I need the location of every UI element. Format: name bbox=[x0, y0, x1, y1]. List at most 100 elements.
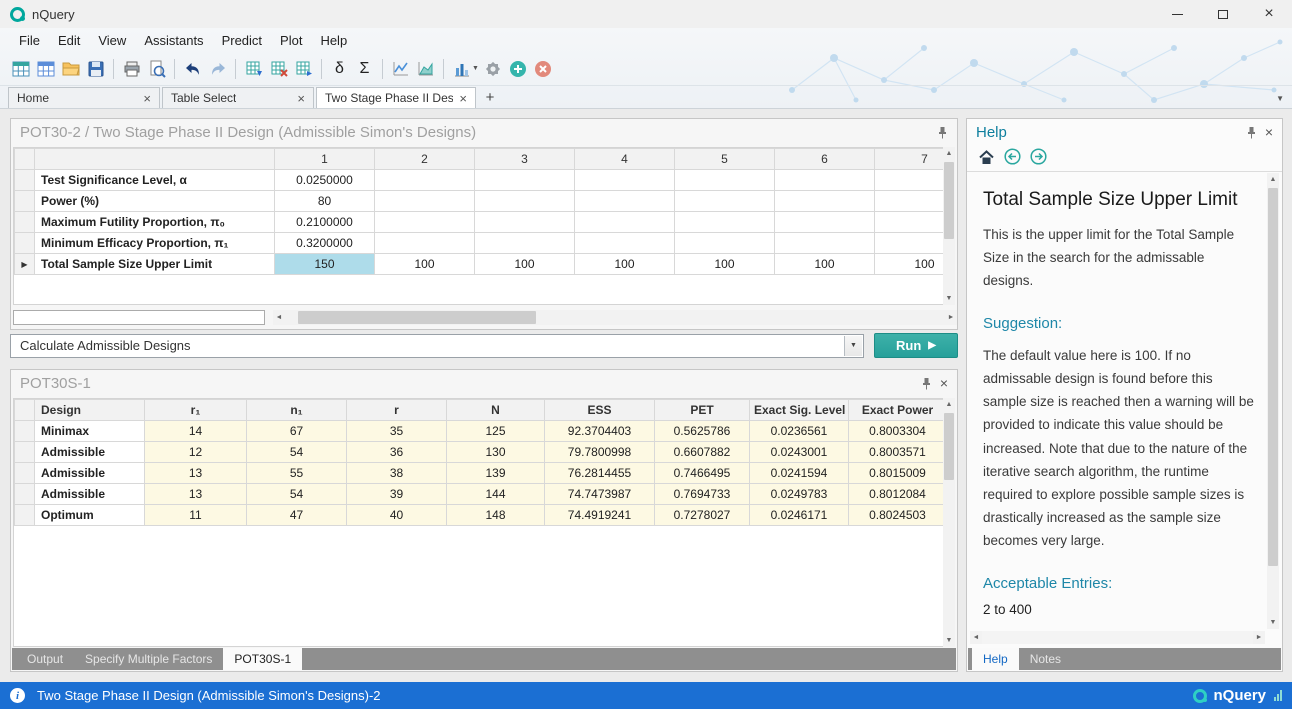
result-cell[interactable]: 0.7466495 bbox=[655, 463, 750, 484]
back-icon[interactable] bbox=[1004, 148, 1021, 168]
bar-chart-icon[interactable] bbox=[449, 56, 474, 81]
close-button[interactable] bbox=[1246, 0, 1292, 28]
results-column-header[interactable]: Exact Power bbox=[849, 400, 946, 421]
tab-close-icon[interactable] bbox=[459, 92, 467, 105]
results-vertical-scrollbar[interactable] bbox=[943, 398, 955, 647]
result-cell[interactable]: 0.8003304 bbox=[849, 421, 946, 442]
scrollbar-thumb[interactable] bbox=[944, 413, 954, 480]
design-cell[interactable]: 100 bbox=[475, 254, 575, 275]
design-cell[interactable] bbox=[375, 170, 475, 191]
run-button[interactable]: Run bbox=[874, 333, 958, 358]
scroll-right-icon[interactable] bbox=[1253, 631, 1265, 644]
result-cell[interactable]: 0.0249783 bbox=[750, 484, 849, 505]
design-column-header[interactable]: 5 bbox=[675, 149, 775, 170]
design-cell[interactable] bbox=[875, 233, 946, 254]
design-cell[interactable] bbox=[575, 212, 675, 233]
tab-two-stage-phase-ii-des[interactable]: Two Stage Phase II Des bbox=[316, 87, 476, 108]
menu-item-predict[interactable]: Predict bbox=[213, 30, 271, 51]
row-label[interactable]: Power (%) bbox=[35, 191, 275, 212]
design-cell[interactable] bbox=[875, 212, 946, 233]
menu-item-view[interactable]: View bbox=[89, 30, 135, 51]
results-column-header[interactable]: n₁ bbox=[247, 400, 347, 421]
row-selector[interactable] bbox=[15, 463, 35, 484]
design-cell[interactable] bbox=[675, 191, 775, 212]
result-cell[interactable]: 0.8015009 bbox=[849, 463, 946, 484]
table-edit-box[interactable] bbox=[13, 310, 265, 325]
row-label[interactable]: Maximum Futility Proportion, π₀ bbox=[35, 212, 275, 233]
result-cell[interactable]: 0.7694733 bbox=[655, 484, 750, 505]
result-cell[interactable]: 79.7800998 bbox=[545, 442, 655, 463]
result-cell[interactable]: 14 bbox=[145, 421, 247, 442]
fill-right-table-icon[interactable] bbox=[291, 56, 316, 81]
design-cell[interactable]: 0.3200000 bbox=[275, 233, 375, 254]
menu-item-assistants[interactable]: Assistants bbox=[135, 30, 212, 51]
design-column-header[interactable]: 3 bbox=[475, 149, 575, 170]
new-tab-button[interactable] bbox=[478, 87, 502, 108]
scroll-left-icon[interactable] bbox=[970, 631, 982, 644]
row-selector[interactable] bbox=[15, 212, 35, 233]
design-column-header[interactable]: 2 bbox=[375, 149, 475, 170]
design-cell[interactable] bbox=[475, 191, 575, 212]
scrollbar-track[interactable] bbox=[943, 160, 955, 292]
design-cell[interactable]: 0.0250000 bbox=[275, 170, 375, 191]
design-name-cell[interactable]: Admissible bbox=[35, 442, 145, 463]
result-cell[interactable]: 74.7473987 bbox=[545, 484, 655, 505]
scroll-down-icon[interactable] bbox=[1267, 616, 1279, 629]
bottom-tab-output[interactable]: Output bbox=[16, 648, 74, 670]
design-cell[interactable] bbox=[475, 233, 575, 254]
print-icon[interactable] bbox=[119, 56, 144, 81]
row-label[interactable]: Test Significance Level, α bbox=[35, 170, 275, 191]
design-cell[interactable]: 100 bbox=[575, 254, 675, 275]
row-selector[interactable] bbox=[15, 442, 35, 463]
design-name-cell[interactable]: Minimax bbox=[35, 421, 145, 442]
scrollbar-thumb[interactable] bbox=[298, 311, 536, 324]
result-cell[interactable]: 40 bbox=[347, 505, 447, 526]
tab-table-select[interactable]: Table Select bbox=[162, 87, 314, 108]
home-icon[interactable] bbox=[978, 149, 995, 168]
design-column-header[interactable]: 4 bbox=[575, 149, 675, 170]
tab-home[interactable]: Home bbox=[8, 87, 160, 108]
maximize-button[interactable] bbox=[1200, 0, 1246, 28]
results-column-header[interactable]: ESS bbox=[545, 400, 655, 421]
design-cell[interactable] bbox=[675, 233, 775, 254]
pin-icon[interactable] bbox=[921, 377, 932, 390]
row-label[interactable]: Minimum Efficacy Proportion, π₁ bbox=[35, 233, 275, 254]
result-cell[interactable]: 13 bbox=[145, 463, 247, 484]
menu-item-edit[interactable]: Edit bbox=[49, 30, 89, 51]
result-cell[interactable]: 148 bbox=[447, 505, 545, 526]
settings-gear-icon[interactable] bbox=[481, 56, 506, 81]
design-cell[interactable] bbox=[775, 170, 875, 191]
result-cell[interactable]: 0.0246171 bbox=[750, 505, 849, 526]
scroll-up-icon[interactable] bbox=[1267, 173, 1279, 186]
scrollbar-thumb[interactable] bbox=[1268, 188, 1278, 566]
clear-table-icon[interactable] bbox=[266, 56, 291, 81]
minimize-button[interactable] bbox=[1154, 0, 1200, 28]
result-cell[interactable]: 0.0236561 bbox=[750, 421, 849, 442]
line-plot-icon[interactable] bbox=[388, 56, 413, 81]
design-cell[interactable] bbox=[475, 170, 575, 191]
pin-icon[interactable] bbox=[1246, 126, 1257, 139]
redo-icon[interactable] bbox=[205, 56, 230, 81]
scroll-right-icon[interactable] bbox=[945, 310, 957, 325]
result-cell[interactable]: 54 bbox=[247, 442, 347, 463]
delta-icon[interactable]: δ bbox=[327, 56, 352, 81]
design-cell[interactable]: 150 bbox=[275, 254, 375, 275]
result-cell[interactable]: 0.6607882 bbox=[655, 442, 750, 463]
panel-close-icon[interactable] bbox=[940, 376, 948, 390]
design-name-cell[interactable]: Admissible bbox=[35, 484, 145, 505]
row-label[interactable]: Total Sample Size Upper Limit bbox=[35, 254, 275, 275]
scrollbar-track[interactable] bbox=[943, 411, 955, 634]
add-circle-icon[interactable] bbox=[506, 56, 531, 81]
procedure-dropdown[interactable]: Calculate Admissible Designs bbox=[10, 334, 864, 358]
design-cell[interactable] bbox=[475, 212, 575, 233]
tab-close-icon[interactable] bbox=[143, 92, 151, 105]
result-cell[interactable]: 0.8024503 bbox=[849, 505, 946, 526]
row-selector[interactable] bbox=[15, 233, 35, 254]
save-icon[interactable] bbox=[83, 56, 108, 81]
results-column-header[interactable]: r₁ bbox=[145, 400, 247, 421]
row-selector[interactable] bbox=[15, 170, 35, 191]
result-cell[interactable]: 13 bbox=[145, 484, 247, 505]
help-horizontal-scrollbar[interactable] bbox=[970, 631, 1265, 644]
result-cell[interactable]: 0.0243001 bbox=[750, 442, 849, 463]
sigma-icon[interactable]: Σ bbox=[352, 56, 377, 81]
